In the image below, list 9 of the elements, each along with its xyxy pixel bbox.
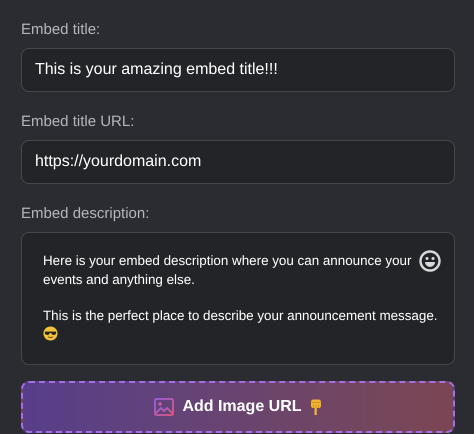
description-paragraph: This is the perfect place to describe your announcement message. [43, 307, 438, 325]
field-label: Embed title: [21, 20, 102, 40]
field-label: Embed description: [21, 204, 150, 224]
description-paragraph: Here is your embed description where you can announce your events and anything else. [43, 252, 412, 289]
description-field[interactable]: Here is your embed description where you can announce your events and anything else. This is the perfect place to describe your announcement message. [21, 232, 455, 365]
add-image-button[interactable]: Add Image URL [21, 381, 455, 433]
field-label: Embed title URL: [21, 112, 136, 132]
input-field[interactable]: https://yourdomain.com [21, 140, 455, 184]
input-field[interactable]: This is your amazing embed title!!! [21, 48, 455, 92]
